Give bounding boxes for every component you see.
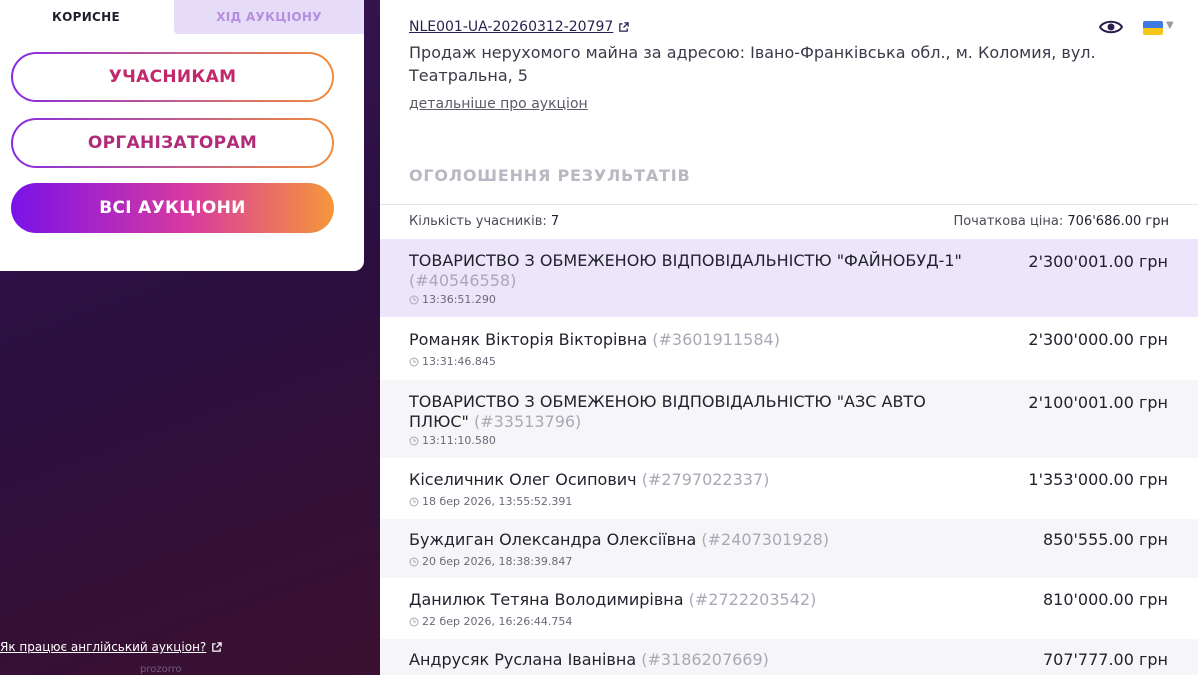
bid-time-block: 13:31:46.845 [409, 355, 496, 368]
auction-details-link[interactable]: детальніше про аукціон [409, 96, 588, 112]
auction-description: Продаж нерухомого майна за адресою: Іван… [409, 43, 1096, 85]
bidder-name-block: Андрусяк Руслана Іванівна (#3186207669) [409, 650, 969, 670]
all-auctions-button[interactable]: ВСІ АУКЦІОНИ [11, 183, 334, 233]
bid-amount: 2'300'001.00 грн [1028, 252, 1168, 271]
divider [380, 204, 1198, 205]
bidder-code: (#33513796) [473, 412, 582, 431]
tab-useful[interactable]: КОРИСНЕ [0, 0, 172, 34]
bid-time: 13:36:51.290 [422, 293, 496, 306]
bid-time-block: 13:11:10.580 [409, 434, 496, 447]
participants-count-stat: Кількість учасників: 7 [409, 214, 559, 229]
clock-icon [409, 295, 419, 304]
footer-faded: prozorro [0, 664, 182, 675]
bid-row: Буждиган Олександра Олексіївна (#2407301… [380, 519, 1198, 579]
sidebar-card: КОРИСНЕ ХІД АУКЦІОНУ УЧАСНИКАМ ОРГАНІЗАТ… [0, 0, 364, 271]
clock-icon [409, 617, 419, 626]
bid-time: 13:31:46.845 [422, 355, 496, 368]
bidder-code: (#3601911584) [652, 330, 780, 349]
bidder-name-block: ТОВАРИСТВО З ОБМЕЖЕНОЮ ВІДПОВІДАЛЬНІСТЮ … [409, 392, 969, 432]
bids-list: ТОВАРИСТВО З ОБМЕЖЕНОЮ ВІДПОВІДАЛЬНІСТЮ … [380, 239, 1198, 675]
bid-time-block: 20 бер 2026, 18:38:39.847 [409, 555, 572, 568]
bidder-name-block: Романяк Вікторія Вікторівна (#3601911584… [409, 330, 969, 350]
bid-row: Романяк Вікторія Вікторівна (#3601911584… [380, 318, 1198, 380]
bidder-name-block: Кіселичник Олег Осипович (#2797022337) [409, 470, 969, 490]
start-price-label: Початкова ціна: [953, 214, 1064, 229]
ukraine-flag-icon[interactable] [1143, 21, 1163, 35]
bidder-name: ТОВАРИСТВО З ОБМЕЖЕНОЮ ВІДПОВІДАЛЬНІСТЮ … [409, 251, 962, 270]
bid-amount: 810'000.00 грн [1042, 590, 1168, 609]
bid-amount: 2'300'000.00 грн [1028, 330, 1168, 349]
participants-button[interactable]: УЧАСНИКАМ [11, 52, 334, 102]
bid-time: 20 бер 2026, 18:38:39.847 [422, 555, 573, 568]
bid-amount: 1'353'000.00 грн [1028, 470, 1168, 489]
eye-icon[interactable] [1099, 18, 1123, 36]
start-price-value: 706'686.00 грн [1067, 214, 1169, 229]
bidder-name: Буждиган Олександра Олексіївна [409, 530, 697, 549]
external-link-icon [212, 641, 223, 652]
bid-time-block: 18 бер 2026, 13:55:52.391 [409, 495, 572, 508]
results-stats: Кількість учасників: 7 Початкова ціна: 7… [409, 214, 1169, 229]
organizers-button[interactable]: ОРГАНІЗАТОРАМ [11, 118, 334, 168]
bidder-name-block: Данилюк Тетяна Володимирівна (#272220354… [409, 590, 969, 610]
bidder-code: (#2797022337) [641, 470, 770, 489]
bid-time: 22 бер 2026, 16:26:44.754 [422, 615, 573, 628]
bid-time-block: 13:36:51.290 [409, 293, 496, 306]
bid-amount: 707'777.00 грн [1042, 650, 1168, 669]
bidder-code: (#40546558) [409, 271, 517, 290]
bid-time: 18 бер 2026, 13:55:52.391 [422, 495, 573, 508]
bid-row: ТОВАРИСТВО З ОБМЕЖЕНОЮ ВІДПОВІДАЛЬНІСТЮ … [380, 380, 1198, 459]
bidder-name: Данилюк Тетяна Володимирівна [409, 590, 684, 609]
participants-count: 7 [550, 214, 560, 229]
bid-amount: 2'100'001.00 грн [1028, 393, 1168, 412]
participants-label: Кількість учасників: [409, 214, 547, 229]
bid-time: 13:11:10.580 [422, 434, 496, 447]
chevron-down-icon[interactable]: ▼ [1166, 20, 1174, 31]
prozorro-logo-text: prozorro [140, 664, 182, 675]
bidder-name-block: ТОВАРИСТВО З ОБМЕЖЕНОЮ ВІДПОВІДАЛЬНІСТЮ … [409, 251, 969, 291]
start-price-stat: Початкова ціна: 706'686.00 грн [953, 214, 1169, 229]
tab-auction-progress[interactable]: ХІД АУКЦІОНУ [174, 0, 364, 34]
bidder-name-block: Буждиган Олександра Олексіївна (#2407301… [409, 530, 969, 550]
bid-row: Андрусяк Руслана Іванівна (#3186207669) … [380, 639, 1198, 675]
bid-amount: 850'555.00 грн [1042, 530, 1168, 549]
main-content: NLE001-UA-20260312-20797 ▼ Продаж нерухо… [380, 0, 1200, 675]
english-auction-link-label: Як працює англійський аукціон? [0, 640, 207, 654]
bid-time-block: 22 бер 2026, 16:26:44.754 [409, 615, 572, 628]
bid-row: ТОВАРИСТВО З ОБМЕЖЕНОЮ ВІДПОВІДАЛЬНІСТЮ … [380, 239, 1198, 318]
english-auction-link[interactable]: Як працює англійський аукціон? [0, 640, 223, 654]
clock-icon [409, 357, 419, 366]
sidebar-tabs: КОРИСНЕ ХІД АУКЦІОНУ [0, 0, 364, 34]
bidder-code: (#2407301928) [701, 530, 830, 549]
auction-id: NLE001-UA-20260312-20797 [409, 19, 614, 35]
bidder-name: Кіселичник Олег Осипович [409, 470, 637, 489]
bidder-code: (#2722203542) [688, 590, 817, 609]
bidder-code: (#3186207669) [641, 650, 769, 669]
auction-id-link[interactable]: NLE001-UA-20260312-20797 [409, 19, 630, 35]
bidder-name: Андрусяк Руслана Іванівна [409, 650, 637, 669]
clock-icon [409, 557, 419, 566]
sidebar: КОРИСНЕ ХІД АУКЦІОНУ УЧАСНИКАМ ОРГАНІЗАТ… [0, 0, 380, 675]
external-link-icon [619, 21, 630, 32]
clock-icon [409, 497, 419, 506]
bid-row: Данилюк Тетяна Володимирівна (#272220354… [380, 579, 1198, 639]
clock-icon [409, 436, 419, 445]
results-title: ОГОЛОШЕННЯ РЕЗУЛЬТАТІВ [409, 166, 691, 185]
bidder-name: Романяк Вікторія Вікторівна [409, 330, 648, 349]
bid-row: Кіселичник Олег Осипович (#2797022337) 1… [380, 459, 1198, 519]
